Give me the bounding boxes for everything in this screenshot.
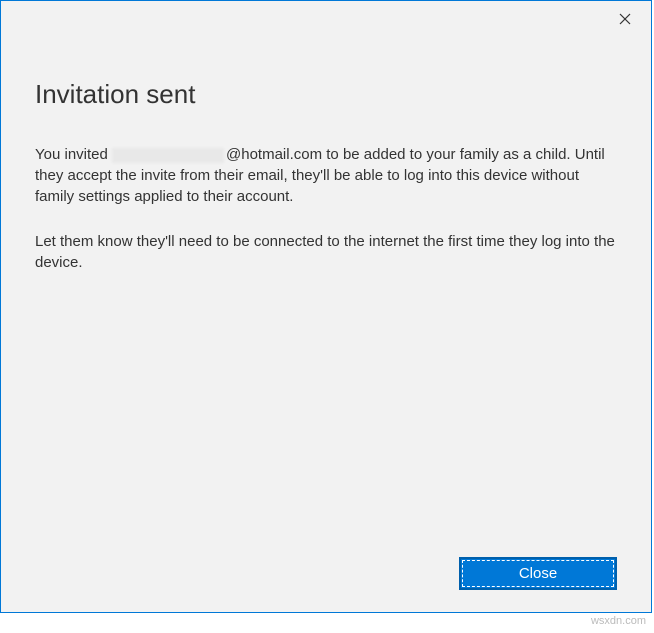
- invitation-paragraph-1: You invited @hotmail.com to be added to …: [35, 144, 617, 207]
- invitation-paragraph-2: Let them know they'll need to be connect…: [35, 231, 617, 273]
- x-icon: [619, 13, 631, 25]
- watermark-text: wsxdn.com: [591, 615, 646, 627]
- dialog-button-bar: Close: [459, 557, 617, 590]
- close-icon[interactable]: [613, 7, 637, 31]
- close-button[interactable]: Close: [459, 557, 617, 590]
- paragraph1-prefix: You invited: [35, 146, 112, 163]
- dialog-content: Invitation sent You invited @hotmail.com…: [1, 1, 651, 273]
- dialog-title: Invitation sent: [35, 79, 617, 110]
- redacted-email-user: [112, 148, 224, 163]
- invitation-sent-dialog: Invitation sent You invited @hotmail.com…: [0, 0, 652, 613]
